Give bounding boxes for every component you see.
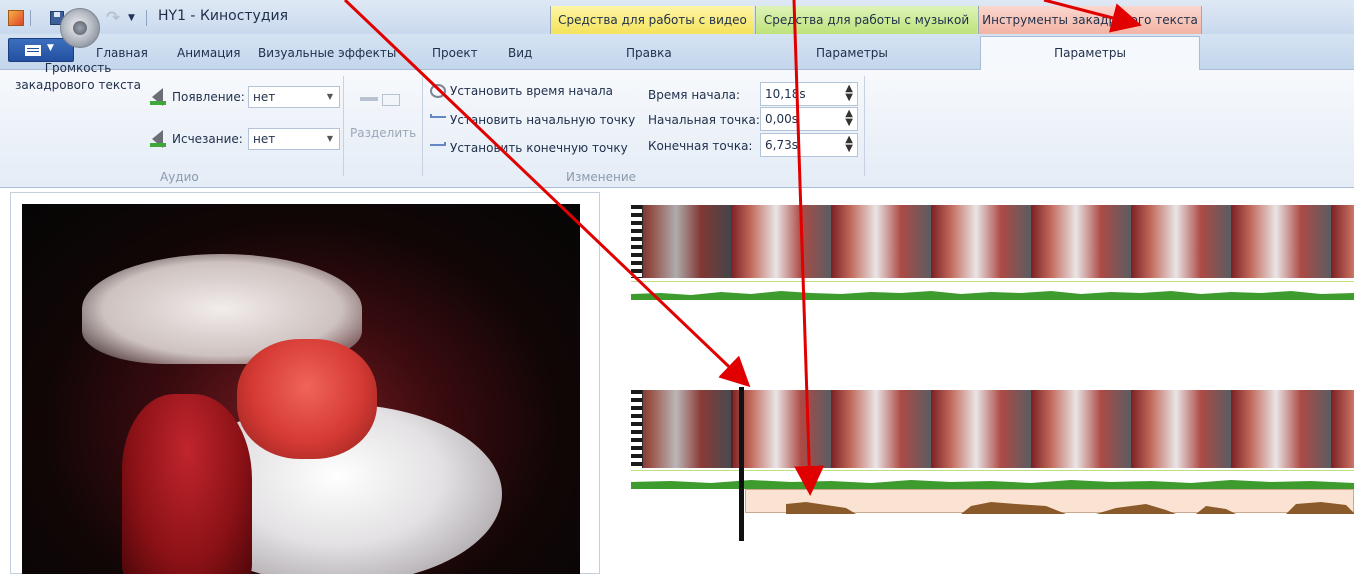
tab-edit[interactable]: Правка bbox=[626, 46, 672, 60]
video-tools-context-tab: Средства для работы с видео bbox=[550, 6, 754, 34]
split-icon bbox=[360, 94, 400, 106]
set-end-point-button[interactable]: Установить конечную точку bbox=[450, 141, 628, 155]
set-start-time-button[interactable]: Установить время начала bbox=[450, 84, 613, 98]
end-point-icon bbox=[430, 142, 446, 146]
tab-visual-effects[interactable]: Визуальные эффекты bbox=[258, 46, 396, 60]
tab-project[interactable]: Проект bbox=[432, 46, 478, 60]
film-strip-icon bbox=[631, 390, 643, 468]
start-point-value: 0,00s bbox=[765, 112, 798, 126]
spinner-arrows-icon[interactable]: ▲ ▼ bbox=[845, 135, 853, 154]
start-time-label: Время начала: bbox=[648, 88, 741, 102]
ribbon-divider bbox=[864, 76, 865, 176]
tab-music-options[interactable]: Параметры bbox=[816, 46, 888, 60]
set-start-point-button[interactable]: Установить начальную точку bbox=[450, 113, 635, 127]
start-point-icon bbox=[430, 114, 446, 118]
fade-out-icon bbox=[148, 128, 168, 148]
music-waveform bbox=[631, 291, 1354, 300]
fade-in-label: Появление: bbox=[172, 90, 245, 104]
narration-waveform bbox=[786, 502, 1354, 514]
video-preview[interactable] bbox=[22, 204, 580, 574]
tab-animation[interactable]: Анимация bbox=[177, 46, 240, 60]
clock-icon bbox=[430, 84, 446, 98]
chevron-down-icon: ▼ bbox=[326, 134, 333, 143]
end-point-spinner[interactable]: 6,73s ▲ ▼ bbox=[760, 133, 858, 157]
end-point-value: 6,73s bbox=[765, 138, 798, 152]
fade-out-value: нет bbox=[253, 132, 276, 146]
narration-tools-context-tab: Инструменты закадрового текста bbox=[978, 6, 1202, 34]
fade-in-select[interactable]: нет ▼ bbox=[248, 86, 340, 108]
clip-thumbnail bbox=[643, 205, 731, 278]
fade-out-label: Исчезание: bbox=[172, 132, 243, 146]
music-track[interactable] bbox=[631, 281, 1354, 300]
end-point-label: Конечная точка: bbox=[648, 139, 753, 153]
clip-thumbnail bbox=[643, 390, 733, 468]
chevron-down-icon: ▼ bbox=[326, 92, 333, 101]
ribbon-group-edit: Изменение bbox=[566, 170, 637, 184]
preview-frame-detail bbox=[122, 394, 252, 574]
start-point-label: Начальная точка: bbox=[648, 113, 760, 127]
ribbon-divider bbox=[422, 76, 423, 176]
timeline-playhead[interactable] bbox=[739, 387, 744, 541]
film-strip-icon bbox=[631, 205, 643, 278]
narration-volume-label: Громкость закадрового текста bbox=[14, 61, 142, 92]
start-point-spinner[interactable]: 0,00s ▲ ▼ bbox=[760, 107, 858, 131]
title-bar: ↶ ↷ ▼ HY1 - Киностудия Средства для рабо… bbox=[0, 0, 1354, 34]
ribbon-group-audio: Аудио bbox=[160, 170, 199, 184]
speaker-icon bbox=[60, 8, 100, 48]
tab-narration-options[interactable]: Параметры bbox=[980, 36, 1200, 71]
spinner-arrows-icon[interactable]: ▲ ▼ bbox=[845, 84, 853, 103]
music-tools-context-tab: Средства для работы с музыкой bbox=[755, 6, 977, 34]
split-button[interactable]: Разделить bbox=[350, 126, 416, 140]
start-time-spinner[interactable]: 10,18s ▲ ▼ bbox=[760, 82, 858, 106]
quick-access-divider bbox=[146, 10, 147, 26]
window-title: HY1 - Киностудия bbox=[158, 8, 289, 24]
fade-out-select[interactable]: нет ▼ bbox=[248, 128, 340, 150]
ribbon-tab-bar: ▼ Главная Анимация Визуальные эффекты Пр… bbox=[0, 34, 1354, 71]
start-time-value: 10,18s bbox=[765, 87, 806, 101]
spinner-arrows-icon[interactable]: ▲ ▼ bbox=[845, 109, 853, 128]
preview-frame-detail bbox=[237, 339, 377, 459]
fade-in-value: нет bbox=[253, 90, 276, 104]
video-clip[interactable] bbox=[631, 205, 1354, 278]
tab-view[interactable]: Вид bbox=[508, 46, 532, 60]
narration-volume-button[interactable]: Громкость закадрового текста bbox=[10, 6, 146, 102]
ribbon-divider bbox=[343, 76, 344, 176]
fade-in-icon bbox=[148, 86, 168, 106]
narration-track[interactable] bbox=[745, 489, 1354, 514]
